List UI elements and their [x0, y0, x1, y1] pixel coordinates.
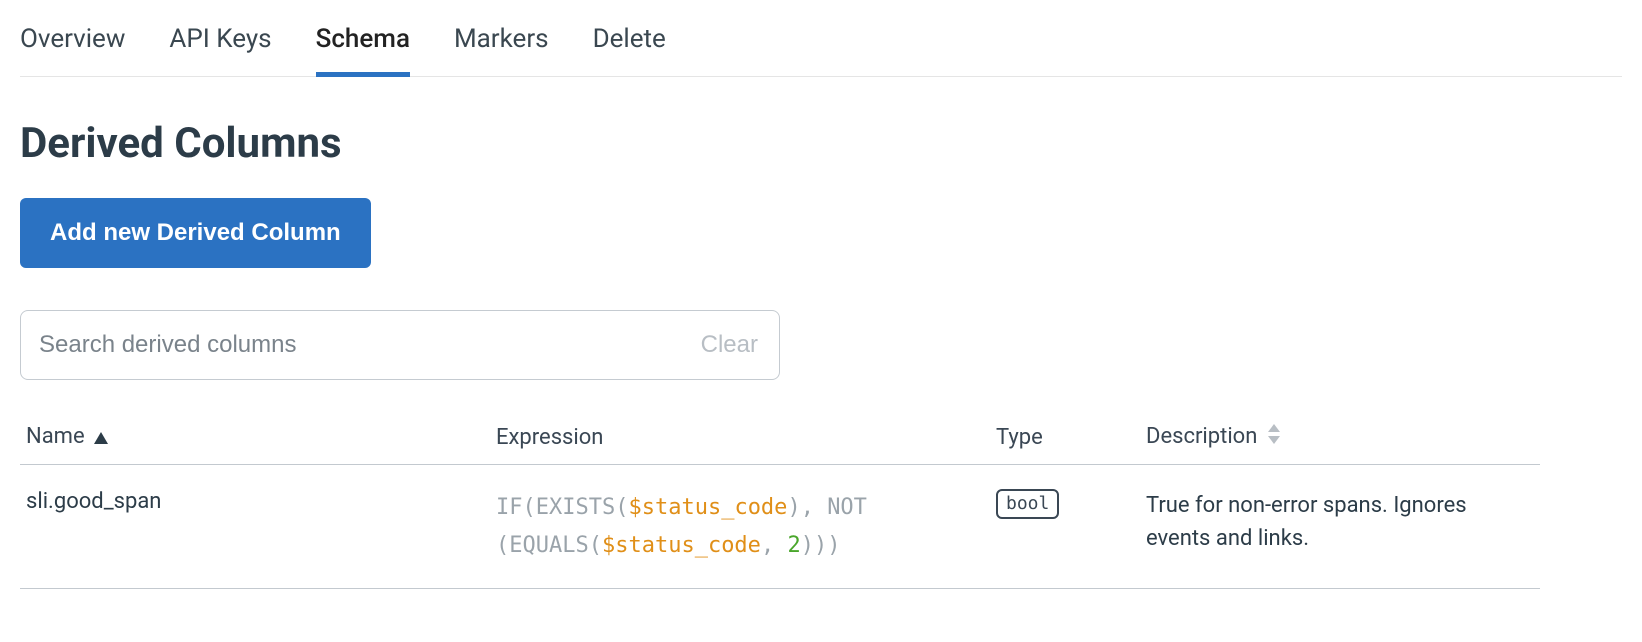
column-header-description[interactable]: Description	[1140, 410, 1540, 465]
column-header-expression[interactable]: Expression	[490, 410, 990, 465]
page-title: Derived Columns	[20, 119, 1622, 168]
tab-schema[interactable]: Schema	[316, 24, 410, 76]
tab-api-keys[interactable]: API Keys	[169, 24, 271, 76]
column-header-expression-label: Expression	[496, 425, 603, 450]
search-wrap: Clear	[20, 310, 780, 380]
tab-overview[interactable]: Overview	[20, 24, 125, 76]
tab-markers[interactable]: Markers	[454, 24, 549, 76]
derived-columns-tbody: sli.good_spanIF(EXISTS($status_code), NO…	[20, 465, 1540, 589]
column-header-description-label: Description	[1146, 424, 1257, 449]
clear-button[interactable]: Clear	[695, 330, 764, 360]
column-header-name[interactable]: Name	[20, 410, 490, 465]
tab-delete[interactable]: Delete	[593, 24, 666, 76]
cell-type: bool	[990, 465, 1140, 589]
derived-columns-table: Name Expression Type Description	[20, 410, 1540, 589]
add-derived-column-button[interactable]: Add new Derived Column	[20, 198, 371, 268]
cell-name: sli.good_span	[20, 465, 490, 589]
type-badge: bool	[996, 489, 1059, 519]
cell-expression: IF(EXISTS($status_code), NOT(EQUALS($sta…	[490, 465, 990, 589]
tabs: Overview API Keys Schema Markers Delete	[20, 0, 1622, 77]
column-header-type-label: Type	[996, 425, 1043, 450]
table-row[interactable]: sli.good_spanIF(EXISTS($status_code), NO…	[20, 465, 1540, 589]
cell-description: True for non-error spans. Ignores events…	[1140, 465, 1540, 589]
column-header-type[interactable]: Type	[990, 410, 1140, 465]
column-header-name-label: Name	[26, 424, 85, 449]
search-input[interactable]	[20, 310, 780, 380]
sort-both-icon	[1267, 424, 1281, 450]
sort-asc-icon	[94, 425, 108, 450]
